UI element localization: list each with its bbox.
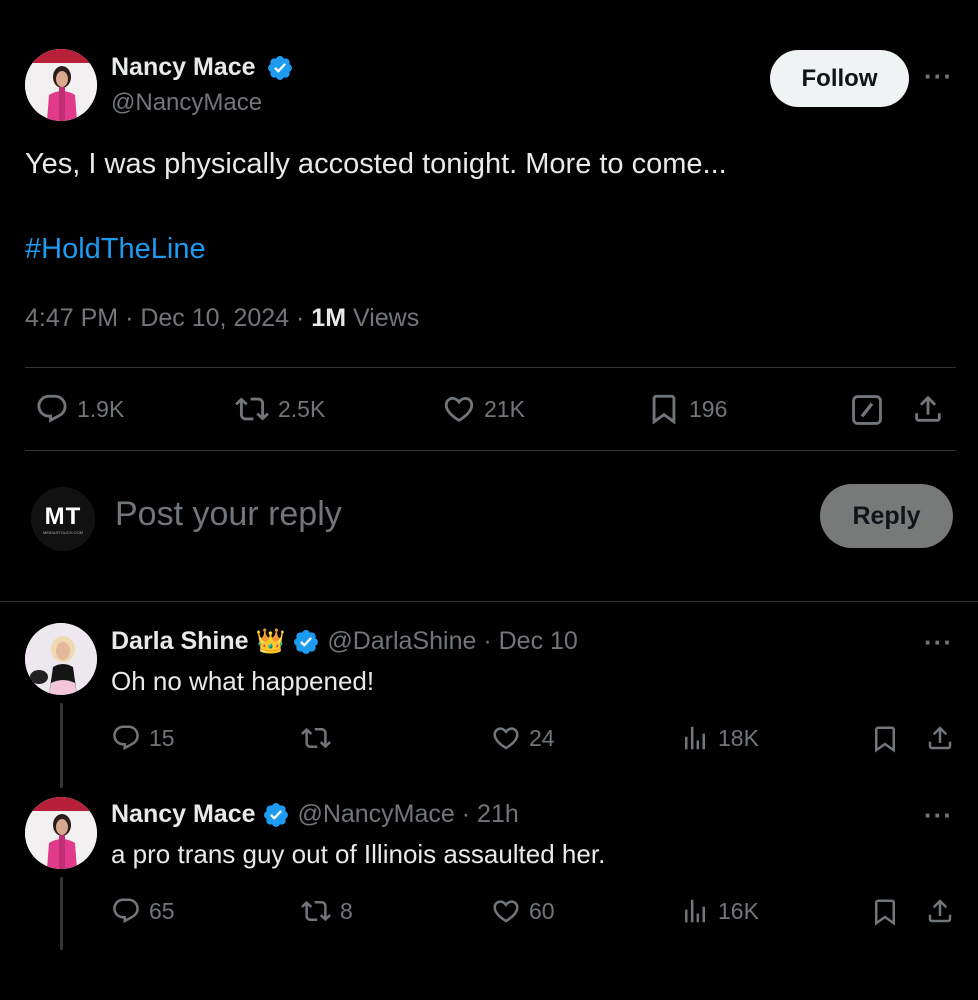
like-stat[interactable]: 60 (491, 896, 555, 926)
views-count: 18K (718, 724, 759, 751)
like-count: 60 (529, 897, 555, 924)
retweet-stat[interactable]: 8 (300, 896, 353, 926)
reply-author-name[interactable]: Nancy Mace (111, 800, 256, 828)
like-icon (491, 896, 521, 926)
reply-author-avatar[interactable] (25, 797, 97, 869)
meta-separator: · (296, 304, 305, 332)
verified-badge-icon (266, 54, 294, 82)
bookmark-icon[interactable] (870, 897, 900, 927)
thread-line (60, 877, 63, 950)
bookmark-icon[interactable] (870, 724, 900, 754)
views-stat[interactable]: 16K (680, 896, 759, 926)
reply-button[interactable]: Reply (820, 484, 953, 548)
views-stat[interactable]: 18K (680, 723, 759, 753)
like-count: 21K (484, 395, 525, 422)
views-count: 1M (311, 304, 347, 332)
retweet-count: 2.5K (278, 395, 326, 422)
verified-badge-icon (292, 628, 320, 656)
tweet-text: Yes, I was physically accosted tonight. … (25, 148, 727, 180)
retweet-stat[interactable]: 2.5K (234, 392, 325, 426)
avatar-logo-subtext: MEIDASTOUCH.COM (43, 530, 83, 535)
reply-stat[interactable]: 15 (111, 723, 175, 753)
author-avatar[interactable] (25, 49, 97, 121)
share-icon[interactable] (925, 896, 955, 926)
meta-separator: · (461, 800, 471, 828)
reply-time[interactable]: Dec 10 (499, 627, 578, 655)
reply-stat[interactable]: 65 (111, 896, 175, 926)
views-label: Views (352, 304, 420, 332)
reply-icon (111, 723, 141, 753)
share-icon[interactable] (911, 392, 945, 426)
reply-author-name[interactable]: Darla Shine (111, 627, 249, 655)
reply-count: 65 (149, 897, 175, 924)
more-icon[interactable]: ··· (924, 61, 953, 92)
share-icon[interactable] (925, 723, 955, 753)
reply-time[interactable]: 21h (477, 800, 519, 828)
like-count: 24 (529, 724, 555, 751)
like-icon (442, 392, 476, 426)
crown-emoji: 👑 (255, 628, 286, 655)
avatar-logo-text: MT (44, 503, 82, 530)
retweet-icon (300, 723, 332, 753)
reply-handle[interactable]: @DarlaShine (327, 627, 476, 655)
reply-icon (111, 896, 141, 926)
reply-input[interactable]: Post your reply (115, 495, 342, 534)
bookmark-icon (647, 392, 681, 426)
follow-button-label: Follow (801, 64, 878, 92)
reply-count: 1.9K (77, 395, 125, 422)
author-handle[interactable]: @NancyMace (111, 89, 262, 117)
more-icon[interactable]: ··· (924, 800, 953, 831)
section-divider (0, 601, 978, 602)
tweet-meta: 4:47 PM · Dec 10, 2024 · 1M Views (25, 304, 419, 333)
user-avatar[interactable]: MT MEIDASTOUCH.COM (31, 487, 95, 551)
divider (25, 450, 956, 451)
like-icon (491, 723, 521, 753)
reply-text: Oh no what happened! (111, 666, 375, 696)
retweet-count: 8 (340, 897, 353, 924)
meta-separator: · (125, 304, 134, 332)
more-icon[interactable]: ··· (924, 627, 953, 658)
follow-button[interactable]: Follow (770, 50, 909, 107)
reply-handle[interactable]: @NancyMace (297, 800, 454, 828)
bookmark-count: 196 (689, 395, 728, 422)
views-icon (680, 896, 710, 926)
divider (25, 367, 956, 368)
grok-icon[interactable] (850, 393, 884, 427)
tweet-time[interactable]: 4:47 PM (25, 304, 118, 332)
reply-author-avatar[interactable] (25, 623, 97, 695)
views-icon (680, 723, 710, 753)
meta-separator: · (483, 627, 492, 655)
retweet-icon (300, 896, 332, 926)
reply-stat[interactable]: 1.9K (35, 392, 124, 426)
like-stat[interactable]: 24 (491, 723, 555, 753)
thread-line (60, 703, 63, 788)
retweet-stat[interactable] (300, 723, 340, 753)
tweet-date[interactable]: Dec 10, 2024 (140, 304, 289, 332)
bookmark-stat[interactable]: 196 (647, 392, 727, 426)
like-stat[interactable]: 21K (442, 392, 525, 426)
reply-text: a pro trans guy out of Illinois assaulte… (111, 839, 606, 869)
hashtag-link[interactable]: #HoldTheLine (25, 233, 206, 266)
verified-badge-icon (262, 801, 290, 829)
retweet-icon (234, 392, 270, 426)
views-count: 16K (718, 897, 759, 924)
reply-button-label: Reply (852, 501, 921, 530)
reply-count: 15 (149, 724, 175, 751)
author-name[interactable]: Nancy Mace (111, 53, 256, 81)
reply-icon (35, 392, 69, 426)
